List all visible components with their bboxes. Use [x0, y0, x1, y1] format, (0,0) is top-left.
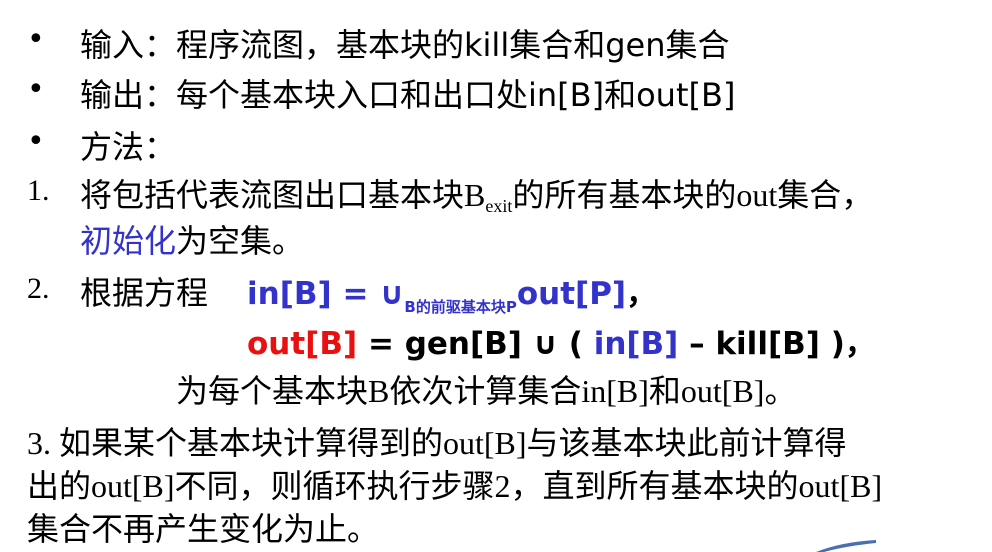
step3-line3: 集合不再产生变化为止。 — [27, 511, 380, 547]
kill-term: – kill[B] )， — [678, 326, 876, 362]
step1-text: 将包括代表流图出口基本块B — [80, 177, 486, 213]
method-bullet: 方法： — [80, 128, 177, 166]
out-p: out[P] — [516, 276, 627, 312]
gen-union: = gen[B] ∪ ( — [357, 326, 594, 362]
step1-line2-text: 为空集。 — [176, 223, 305, 259]
bullet-marker: • — [27, 124, 45, 159]
in-b-term: in[B] — [593, 326, 679, 362]
bullet-marker: • — [27, 72, 45, 107]
input-bullet: 输入：程序流图，基本块的kill集合和gen集合 — [80, 26, 730, 64]
step1-text-end: 的所有基本块的out集合， — [512, 177, 874, 213]
out-b-lhs: out[B] — [247, 326, 358, 362]
step1-line2: 初始化为空集。 — [80, 216, 304, 262]
output-bullet: 输出：每个基本块入口和出口处in[B]和out[B] — [80, 76, 736, 114]
step2-note: 为每个基本块B依次计算集合in[B]和out[B]。 — [176, 373, 797, 409]
step2-label: 根据方程 — [80, 275, 209, 311]
step1-number: 1. — [27, 174, 50, 207]
step1-line1: 将包括代表流图出口基本块Bexit的所有基本块的out集合， — [80, 170, 873, 217]
equation-out: out[B] = gen[B] ∪ ( in[B] – kill[B] )， — [247, 318, 876, 363]
initialize-highlight: 初始化 — [80, 223, 177, 259]
exit-subscript: exit — [485, 196, 513, 216]
decorative-swoosh — [816, 540, 876, 552]
eq1-comma: ， — [626, 276, 658, 312]
step2-number: 2. — [27, 272, 50, 305]
bullet-marker: • — [27, 22, 45, 57]
step3-line1: 3. 如果某个基本块计算得到的out[B]与该基本块此前计算得 — [27, 425, 847, 461]
step3-line2: 出的out[B]不同，则循环执行步骤2，直到所有基本块的out[B] — [27, 468, 883, 504]
equation-in: in[B] = ∪B的前驱基本块Pout[P]， — [247, 268, 657, 317]
predecessor-subscript: B的前驱基本块P — [404, 298, 517, 316]
union-operator: = ∪ — [331, 276, 405, 312]
in-b-lhs: in[B] — [247, 276, 332, 312]
